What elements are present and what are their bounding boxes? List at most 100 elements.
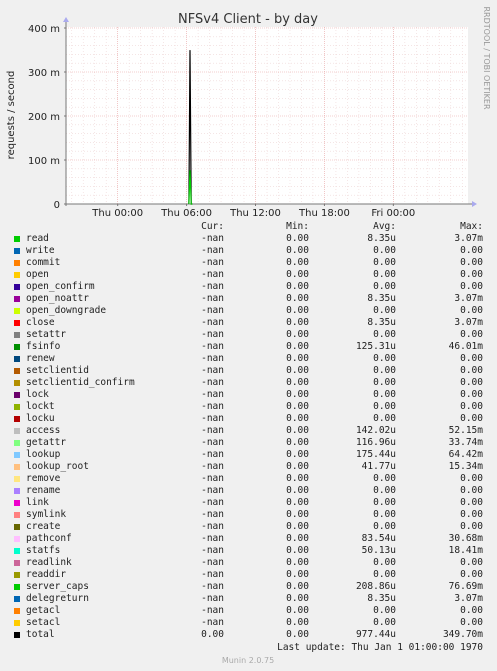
legend-cur: -nan [201, 437, 224, 448]
legend-min: 0.00 [286, 305, 309, 316]
legend-max: 30.68m [448, 533, 483, 544]
legend-max: 15.34m [448, 461, 483, 472]
legend-row: open_confirm -nan 0.00 0.00 0.00 [0, 281, 497, 293]
legend-swatch [14, 284, 20, 290]
legend-cur: -nan [201, 545, 224, 556]
legend-max: 0.00 [460, 617, 483, 628]
legend-name: open_downgrade [26, 305, 107, 316]
y-tick-label: 200 m [28, 112, 60, 123]
legend-max: 0.00 [460, 605, 483, 616]
legend-swatch [14, 488, 20, 494]
legend-swatch [14, 404, 20, 410]
legend-max: 0.00 [460, 365, 483, 376]
legend-swatch [14, 572, 20, 578]
legend-min: 0.00 [286, 425, 309, 436]
legend-name: setclientid_confirm [26, 377, 135, 388]
legend-max: 0.00 [460, 389, 483, 400]
legend-swatch [14, 380, 20, 386]
legend-cur: -nan [201, 449, 224, 460]
legend-cur: -nan [201, 413, 224, 424]
legend-cur: -nan [201, 533, 224, 544]
legend-row: locku -nan 0.00 0.00 0.00 [0, 413, 497, 425]
legend-min: 0.00 [286, 353, 309, 364]
legend-avg: 175.44u [355, 449, 396, 460]
legend-swatch [14, 440, 20, 446]
legend-min: 0.00 [286, 257, 309, 268]
legend-avg: 125.31u [355, 341, 396, 352]
legend-swatch [14, 548, 20, 554]
legend-max: 0.00 [460, 485, 483, 496]
legend-swatch [14, 476, 20, 482]
legend-avg: 8.35u [367, 293, 396, 304]
legend-row: commit -nan 0.00 0.00 0.00 [0, 257, 497, 269]
legend-min: 0.00 [286, 629, 309, 640]
legend-min: 0.00 [286, 329, 309, 340]
legend-swatch [14, 296, 20, 302]
legend-swatch [14, 260, 20, 266]
legend-avg: 116.96u [355, 437, 396, 448]
legend-name: readdir [26, 569, 67, 580]
legend-name: commit [26, 257, 61, 268]
legend-name: close [26, 317, 55, 328]
legend-row: setacl -nan 0.00 0.00 0.00 [0, 617, 497, 629]
legend-min: 0.00 [286, 293, 309, 304]
x-tick-label: Thu 12:00 [229, 208, 281, 219]
legend-cur: -nan [201, 521, 224, 532]
legend-min: 0.00 [286, 485, 309, 496]
legend-cur: 0.00 [201, 629, 224, 640]
legend-avg: 8.35u [367, 317, 396, 328]
legend-avg: 0.00 [373, 377, 396, 388]
legend-swatch [14, 500, 20, 506]
x-tick-label: Thu 06:00 [160, 208, 212, 219]
legend-name: lock [26, 389, 49, 400]
legend-cur: -nan [201, 389, 224, 400]
legend-name: getacl [26, 605, 61, 616]
legend-name: locku [26, 413, 55, 424]
legend-swatch [14, 236, 20, 242]
legend-name: lockt [26, 401, 55, 412]
legend-max: 0.00 [460, 281, 483, 292]
legend-name: read [26, 233, 49, 244]
legend-max: 0.00 [460, 521, 483, 532]
legend-max: 349.70m [442, 629, 483, 640]
legend-avg: 0.00 [373, 353, 396, 364]
header-max: Max: [460, 221, 483, 232]
legend-max: 0.00 [460, 353, 483, 364]
legend-avg: 0.00 [373, 521, 396, 532]
legend-min: 0.00 [286, 317, 309, 328]
legend-min: 0.00 [286, 449, 309, 460]
legend-min: 0.00 [286, 473, 309, 484]
legend-min: 0.00 [286, 581, 309, 592]
legend-row: close -nan 0.00 8.35u 3.07m [0, 317, 497, 329]
legend-name: access [26, 425, 61, 436]
legend-max: 18.41m [448, 545, 483, 556]
legend-name: link [26, 497, 49, 508]
legend-min: 0.00 [286, 233, 309, 244]
legend-name: statfs [26, 545, 61, 556]
legend-max: 0.00 [460, 257, 483, 268]
legend-swatch [14, 512, 20, 518]
legend-name: renew [26, 353, 55, 364]
legend-avg: 208.86u [355, 581, 396, 592]
legend-cur: -nan [201, 485, 224, 496]
y-axis-arrow [63, 17, 69, 22]
legend-row: renew -nan 0.00 0.00 0.00 [0, 353, 497, 365]
legend-swatch [14, 320, 20, 326]
legend-swatch [14, 596, 20, 602]
legend-swatch [14, 416, 20, 422]
legend-cur: -nan [201, 365, 224, 376]
legend-swatch [14, 308, 20, 314]
legend-cur: -nan [201, 581, 224, 592]
chart-title: NFSv4 Client - by day [178, 12, 318, 27]
legend-min: 0.00 [286, 521, 309, 532]
legend-row: write -nan 0.00 0.00 0.00 [0, 245, 497, 257]
legend-min: 0.00 [286, 437, 309, 448]
legend-row: delegreturn -nan 0.00 8.35u 3.07m [0, 593, 497, 605]
legend-avg: 0.00 [373, 557, 396, 568]
x-tick-label: Fri 00:00 [371, 208, 415, 219]
y-tick-label: 100 m [28, 156, 60, 167]
legend-avg: 0.00 [373, 389, 396, 400]
header-avg: Avg: [373, 221, 396, 232]
legend-cur: -nan [201, 605, 224, 616]
legend-row: open -nan 0.00 0.00 0.00 [0, 269, 497, 281]
